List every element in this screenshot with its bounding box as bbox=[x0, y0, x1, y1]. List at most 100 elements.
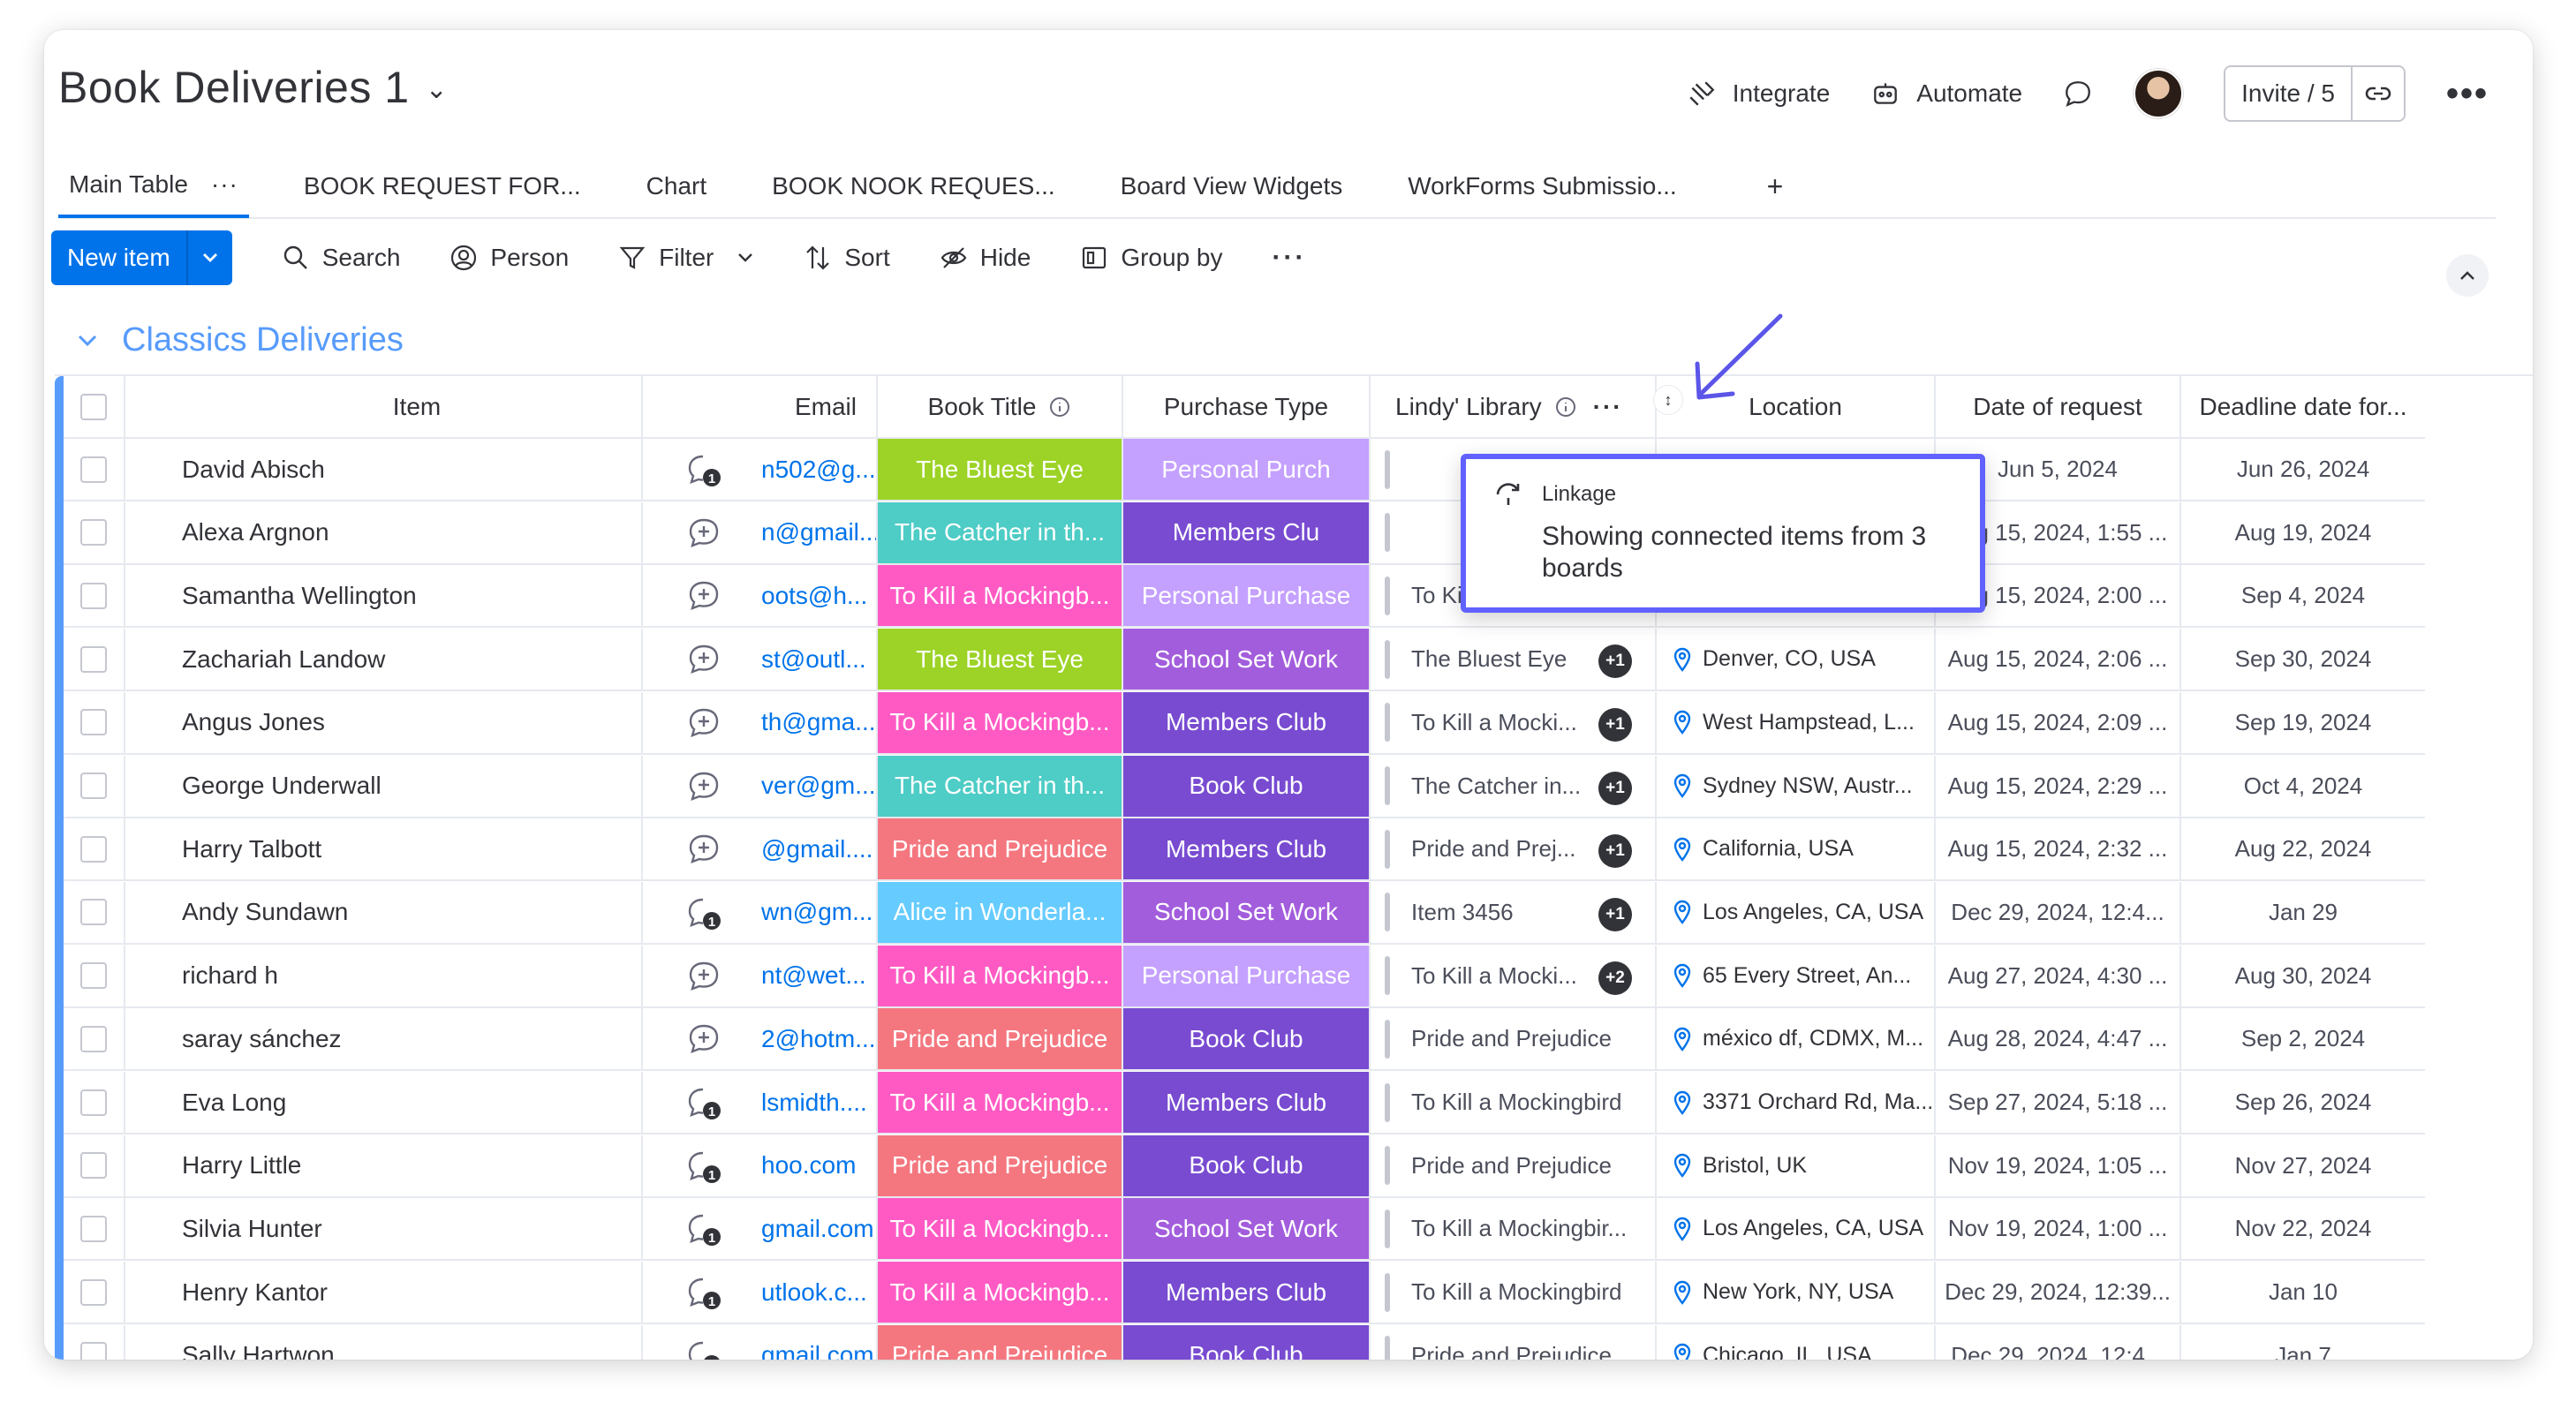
linked-items-count-badge[interactable]: +2 bbox=[1598, 961, 1632, 995]
location-cell[interactable]: Denver, CO, USA bbox=[1657, 629, 1936, 690]
table-row[interactable]: Harry Talbott @gmail.... Pride and Preju… bbox=[64, 818, 2425, 882]
location-cell[interactable]: Bristol, UK bbox=[1657, 1134, 1936, 1196]
deadline-cell[interactable]: Jan 29 bbox=[2181, 882, 2425, 943]
email-cell[interactable]: oots@h... bbox=[761, 565, 878, 627]
column-menu-icon[interactable]: ··· bbox=[1593, 393, 1623, 421]
update-count-icon[interactable]: 1 bbox=[685, 1149, 722, 1185]
item-name-cell[interactable]: Sally Hartwon 1 bbox=[125, 1324, 761, 1360]
email-cell[interactable]: lsmidth.... bbox=[761, 1072, 878, 1133]
library-link-cell[interactable]: To Kill a Mockingbird bbox=[1371, 1262, 1657, 1323]
tab-workforms-submission[interactable]: WorkForms Submissio... bbox=[1397, 155, 1687, 218]
table-row[interactable]: Eva Long 1 lsmidth.... To Kill a Mocking… bbox=[64, 1072, 2425, 1134]
update-count-icon[interactable]: 1 bbox=[685, 1212, 722, 1247]
table-row[interactable]: George Underwall ver@gm... The Catcher i… bbox=[64, 755, 2425, 818]
add-update-icon[interactable] bbox=[685, 770, 722, 805]
column-header-email[interactable]: Email bbox=[761, 376, 878, 437]
deadline-cell[interactable]: Aug 30, 2024 bbox=[2181, 946, 2425, 1006]
purchase-type-cell[interactable]: Members Club bbox=[1123, 1072, 1371, 1133]
table-row[interactable]: Alexa Argnon n@gmail... The Catcher in t… bbox=[64, 501, 2425, 565]
sort-button[interactable]: Sort bbox=[804, 244, 890, 272]
date-of-request-cell[interactable]: Nov 19, 2024, 1:00 ... bbox=[1936, 1198, 2181, 1260]
email-cell[interactable]: utlook.c... bbox=[761, 1262, 878, 1323]
book-title-cell[interactable]: Pride and Prejudice bbox=[878, 818, 1123, 880]
email-cell[interactable]: n502@g... bbox=[761, 439, 878, 500]
chevron-down-icon[interactable]: ⌄ bbox=[426, 74, 449, 105]
location-cell[interactable]: Los Angeles, CA, USA bbox=[1657, 1198, 1936, 1260]
row-checkbox[interactable] bbox=[64, 1198, 125, 1260]
date-of-request-cell[interactable]: Aug 15, 2024, 2:29 ... bbox=[1936, 755, 2181, 817]
item-name-cell[interactable]: David Abisch 1 bbox=[125, 439, 761, 500]
table-row[interactable]: Silvia Hunter 1 gmail.com To Kill a Mock… bbox=[64, 1198, 2425, 1262]
purchase-type-cell[interactable]: School Set Work bbox=[1123, 881, 1371, 943]
row-checkbox[interactable] bbox=[64, 755, 125, 817]
hide-button[interactable]: Hide bbox=[940, 244, 1031, 272]
deadline-cell[interactable]: Aug 22, 2024 bbox=[2181, 818, 2425, 879]
email-cell[interactable]: @gmail.... bbox=[761, 818, 878, 880]
email-cell[interactable]: nt@wet... bbox=[761, 945, 878, 1006]
column-header-deadline[interactable]: Deadline date for... bbox=[2181, 376, 2425, 437]
new-item-button[interactable]: New item bbox=[51, 230, 232, 285]
item-name-cell[interactable]: Angus Jones bbox=[125, 691, 761, 753]
library-link-cell[interactable]: To Kill a Mocki... +2 bbox=[1371, 945, 1657, 1006]
location-cell[interactable]: California, USA bbox=[1657, 818, 1936, 880]
row-checkbox[interactable] bbox=[64, 881, 125, 943]
library-link-cell[interactable]: To Kill a Mocki... +1 bbox=[1371, 691, 1657, 753]
book-title-cell[interactable]: Pride and Prejudice bbox=[878, 1134, 1123, 1196]
book-title-cell[interactable]: Alice in Wonderla... bbox=[878, 881, 1123, 943]
email-cell[interactable]: th@gma... bbox=[761, 691, 878, 753]
chevron-down-icon[interactable] bbox=[737, 252, 754, 264]
purchase-type-cell[interactable]: Book Club bbox=[1123, 1008, 1371, 1070]
date-of-request-cell[interactable]: Dec 29, 2024, 12:39... bbox=[1936, 1262, 2181, 1323]
deadline-cell[interactable]: Nov 27, 2024 bbox=[2181, 1135, 2425, 1196]
linked-items-count-badge[interactable]: +1 bbox=[1598, 644, 1632, 679]
library-link-cell[interactable]: To Kill a Mockingbird bbox=[1371, 1072, 1657, 1133]
group-header[interactable]: Classics Deliveries bbox=[76, 321, 404, 359]
table-row[interactable]: Sally Hartwon 1 gmail.com Pride and Prej… bbox=[64, 1324, 2425, 1360]
table-row[interactable]: saray sánchez 2@hotm... Pride and Prejud… bbox=[64, 1008, 2425, 1072]
book-title-cell[interactable]: To Kill a Mockingb... bbox=[878, 1262, 1123, 1323]
row-checkbox[interactable] bbox=[64, 1072, 125, 1133]
table-row[interactable]: Samantha Wellington oots@h... To Kill a … bbox=[64, 565, 2425, 629]
item-name-cell[interactable]: saray sánchez bbox=[125, 1008, 761, 1070]
email-cell[interactable]: gmail.com bbox=[761, 1324, 878, 1360]
deadline-cell[interactable]: Sep 26, 2024 bbox=[2181, 1072, 2425, 1133]
filter-button[interactable]: Filter bbox=[618, 244, 754, 272]
purchase-type-cell[interactable]: Personal Purch bbox=[1123, 439, 1371, 500]
linked-items-count-badge[interactable]: +1 bbox=[1598, 834, 1632, 869]
date-of-request-cell[interactable]: Dec 29, 2024, 12:4... bbox=[1936, 1324, 2181, 1360]
book-title-cell[interactable]: The Bluest Eye bbox=[878, 439, 1123, 500]
email-cell[interactable]: gmail.com bbox=[761, 1198, 878, 1260]
purchase-type-cell[interactable]: Members Clu bbox=[1123, 501, 1371, 563]
integrate-button[interactable]: Integrate bbox=[1687, 79, 1830, 109]
item-name-cell[interactable]: richard h bbox=[125, 945, 761, 1006]
purchase-type-cell[interactable]: School Set Work bbox=[1123, 629, 1371, 690]
add-update-icon[interactable] bbox=[685, 643, 722, 678]
date-of-request-cell[interactable]: Nov 19, 2024, 1:05 ... bbox=[1936, 1134, 2181, 1196]
deadline-cell[interactable]: Jun 26, 2024 bbox=[2181, 439, 2425, 500]
purchase-type-cell[interactable]: Book Club bbox=[1123, 1134, 1371, 1196]
add-view-icon[interactable]: + bbox=[1767, 170, 1784, 203]
item-name-cell[interactable]: Zachariah Landow bbox=[125, 629, 761, 690]
info-icon[interactable] bbox=[1048, 396, 1071, 418]
group-by-button[interactable]: Group by bbox=[1080, 244, 1223, 272]
row-checkbox[interactable] bbox=[64, 691, 125, 753]
table-row[interactable]: David Abisch 1 n502@g... The Bluest Eye … bbox=[64, 439, 2425, 501]
row-checkbox[interactable] bbox=[64, 945, 125, 1006]
row-checkbox[interactable] bbox=[64, 1134, 125, 1196]
tab-board-view-widgets[interactable]: Board View Widgets bbox=[1110, 155, 1354, 218]
item-name-cell[interactable]: Henry Kantor 1 bbox=[125, 1262, 761, 1323]
deadline-cell[interactable]: Oct 4, 2024 bbox=[2181, 756, 2425, 817]
location-cell[interactable]: New York, NY, USA bbox=[1657, 1262, 1936, 1323]
column-header-item[interactable]: Item bbox=[125, 376, 761, 437]
purchase-type-cell[interactable]: Book Club bbox=[1123, 755, 1371, 817]
tab-more-icon[interactable]: ··· bbox=[211, 170, 238, 199]
table-row[interactable]: Harry Little 1 hoo.com Pride and Prejudi… bbox=[64, 1134, 2425, 1198]
purchase-type-cell[interactable]: Members Club bbox=[1123, 1262, 1371, 1323]
book-title-cell[interactable]: The Catcher in th... bbox=[878, 501, 1123, 563]
location-cell[interactable]: Sydney NSW, Austr... bbox=[1657, 755, 1936, 817]
book-title-cell[interactable]: Pride and Prejudice bbox=[878, 1324, 1123, 1360]
email-cell[interactable]: st@outl... bbox=[761, 629, 878, 690]
column-header-purchase-type[interactable]: Purchase Type bbox=[1123, 376, 1371, 437]
invite-button[interactable]: Invite / 5 bbox=[2224, 65, 2406, 122]
deadline-cell[interactable]: Nov 22, 2024 bbox=[2181, 1198, 2425, 1259]
